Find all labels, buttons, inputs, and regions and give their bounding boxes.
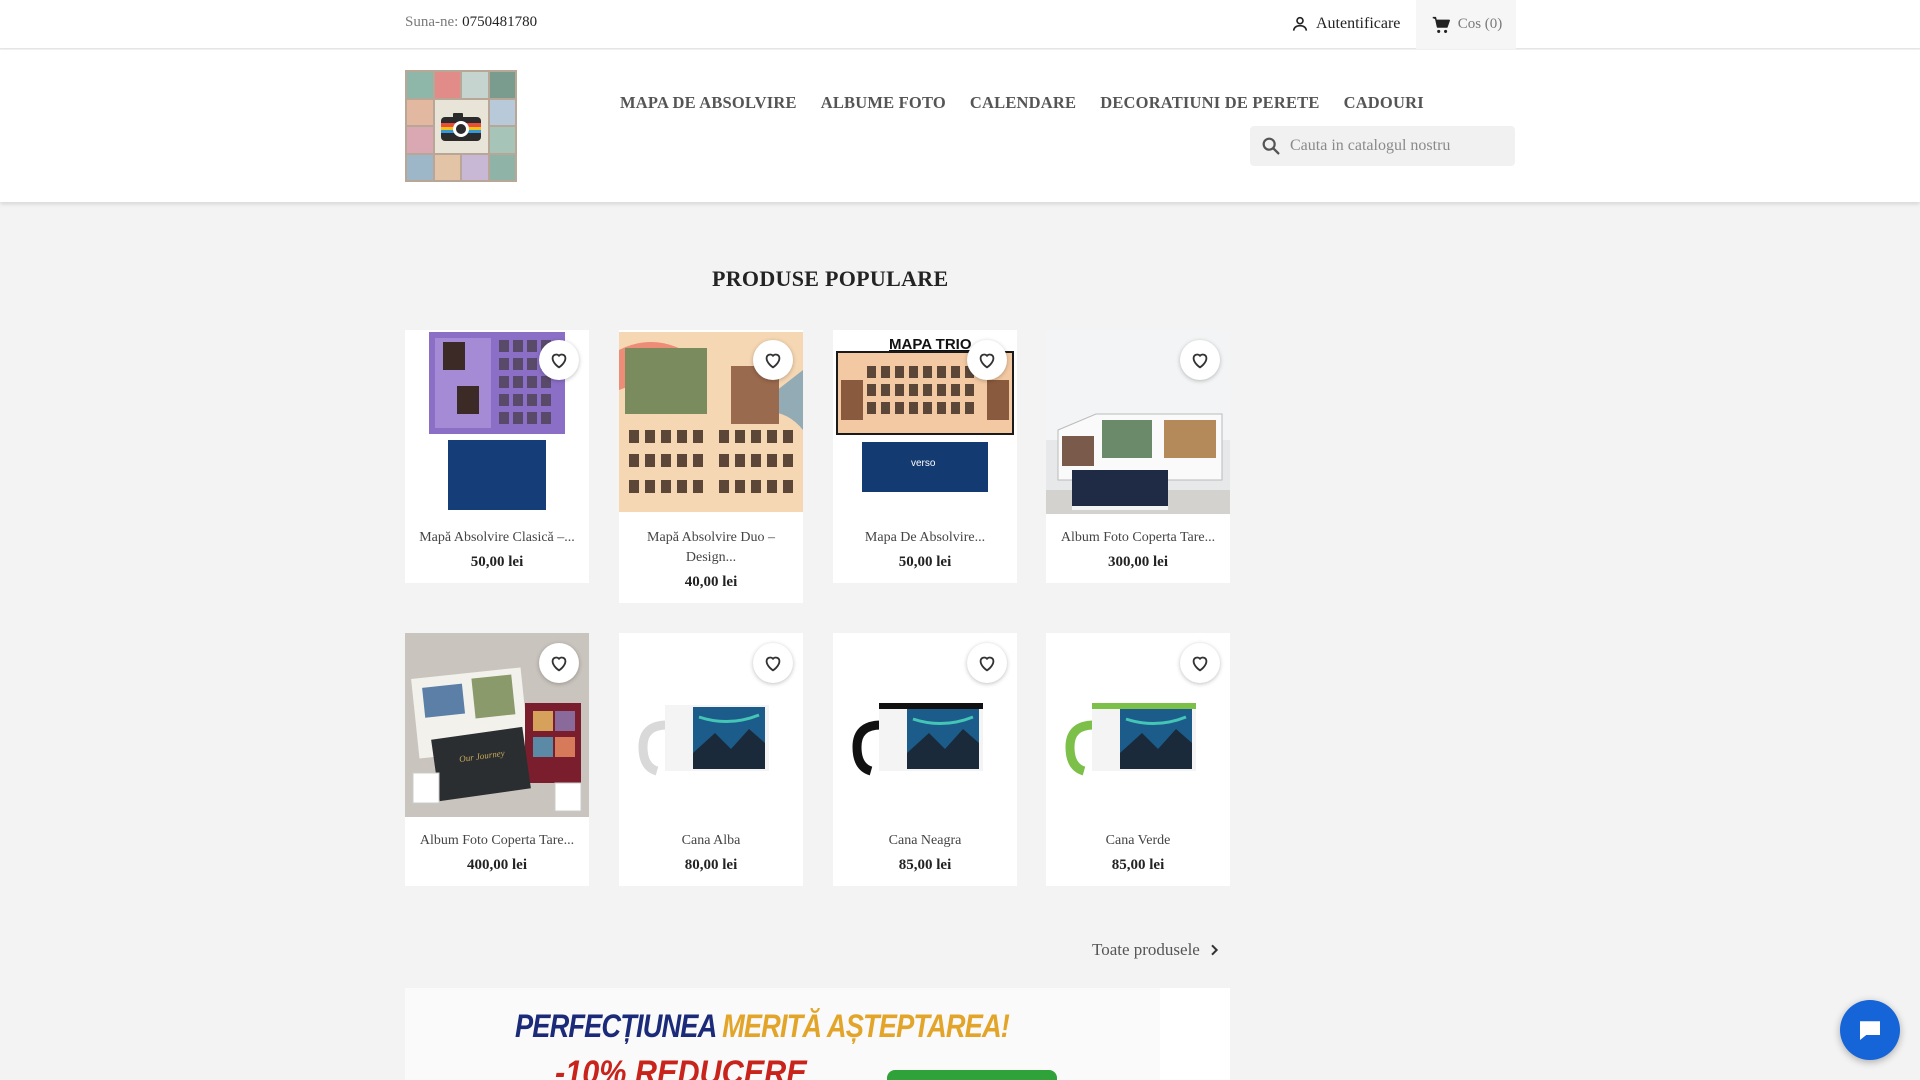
product-name[interactable]: Mapă Absolvire Duo – Design... [619, 514, 803, 568]
heart-outline-icon [979, 656, 995, 672]
product-image[interactable] [833, 633, 1017, 817]
product-image[interactable] [619, 330, 803, 514]
product-price: 40,00 lei [684, 574, 738, 590]
image-caption-subtitle: verso [911, 458, 936, 469]
product-image[interactable] [619, 633, 803, 817]
nav-item-albume-foto[interactable]: ALBUME FOTO [821, 93, 946, 113]
product-name[interactable]: Album Foto Coperta Tare... [405, 817, 589, 851]
favorite-button[interactable] [967, 643, 1007, 683]
product-card[interactable]: Album Foto Coperta Tare... 300,00 lei [1046, 330, 1230, 583]
heart-outline-icon [765, 656, 781, 672]
nav-item-mapa-de-absolvire[interactable]: MAPA DE ABSOLVIRE [620, 93, 797, 113]
banner-headline-part1: PERFECȚIUNEA [515, 1008, 716, 1044]
main-navigation: MAPA DE ABSOLVIRE ALBUME FOTO CALENDARE … [620, 93, 1424, 113]
product-image[interactable] [405, 330, 589, 514]
nav-item-cadouri[interactable]: CADOURI [1344, 93, 1424, 113]
product-price: 50,00 lei [470, 554, 524, 570]
favorite-button[interactable] [753, 643, 793, 683]
promo-banner[interactable]: PERFECȚIUNEA MERITĂ AȘTEPTAREA! -10% RED… [405, 988, 1230, 1080]
image-caption-title: MAPA TRIO [889, 336, 972, 353]
cart-label: Cos (0) [1457, 16, 1503, 32]
search-box[interactable] [1250, 126, 1515, 166]
heart-outline-icon [1192, 656, 1208, 672]
favorite-button[interactable] [1180, 340, 1220, 380]
favorite-button[interactable] [967, 340, 1007, 380]
shopping-cart-icon [1432, 16, 1450, 33]
cart-button[interactable]: Cos (0) [1416, 0, 1516, 49]
product-name[interactable]: Cana Verde [1046, 817, 1230, 851]
top-bar: Suna-ne: 0750481780 Autentificare Cos (0… [0, 0, 1920, 49]
banner-cta-button[interactable] [887, 1070, 1057, 1080]
product-card[interactable]: Mapă Absolvire Clasică –... 50,00 lei [405, 330, 589, 583]
banner-discount: -10% REDUCERE [555, 1054, 807, 1080]
product-card[interactable]: Cana Verde 85,00 lei [1046, 633, 1230, 886]
product-name[interactable]: Cana Alba [619, 817, 803, 851]
section-title: PRODUSE POPULARE [712, 266, 949, 291]
heart-outline-icon [1192, 353, 1208, 369]
product-price: 300,00 lei [1108, 554, 1168, 570]
banner-headline: PERFECȚIUNEA MERITĂ AȘTEPTAREA! [515, 1008, 1010, 1045]
product-card[interactable]: Our Journey Album Foto Coperta Tare... 4… [405, 633, 589, 886]
chat-bubble-icon [1860, 1021, 1880, 1040]
all-products-link[interactable]: Toate produsele [1092, 940, 1222, 960]
product-name[interactable]: Mapa De Absolvire... [833, 514, 1017, 548]
product-price: 400,00 lei [467, 857, 527, 873]
favorite-button[interactable] [539, 643, 579, 683]
product-name[interactable]: Album Foto Coperta Tare... [1046, 514, 1230, 548]
product-price: 80,00 lei [684, 857, 738, 873]
product-name[interactable]: Cana Neagra [833, 817, 1017, 851]
promo-banner-image: PERFECȚIUNEA MERITĂ AȘTEPTAREA! -10% RED… [405, 988, 1160, 1080]
product-card[interactable]: MAPA TRIO verso Mapa De Absolvire... 50,… [833, 330, 1017, 583]
phone-number[interactable]: 0750481780 [462, 14, 537, 30]
site-header: MAPA DE ABSOLVIRE ALBUME FOTO CALENDARE … [0, 50, 1920, 202]
chevron-right-icon [1211, 944, 1218, 956]
heart-outline-icon [765, 353, 781, 369]
login-label: Autentificare [1316, 15, 1401, 32]
nav-item-decoratiuni-de-perete[interactable]: DECORATIUNI DE PERETE [1100, 93, 1319, 113]
favorite-button[interactable] [1180, 643, 1220, 683]
product-name[interactable]: Mapă Absolvire Clasică –... [405, 514, 589, 548]
product-image[interactable]: Our Journey [405, 633, 589, 817]
camera-icon [434, 99, 488, 153]
search-input[interactable] [1290, 137, 1500, 155]
nav-item-calendare[interactable]: CALENDARE [970, 93, 1076, 113]
product-card[interactable]: Mapă Absolvire Duo – Design... 40,00 lei [619, 330, 803, 603]
person-icon [1292, 16, 1308, 31]
product-price: 85,00 lei [898, 857, 952, 873]
product-image[interactable] [1046, 330, 1230, 514]
product-image[interactable] [1046, 633, 1230, 817]
product-image[interactable]: MAPA TRIO verso [833, 330, 1017, 514]
all-products-label: Toate produsele [1092, 940, 1200, 959]
favorite-button[interactable] [753, 340, 793, 380]
heart-outline-icon [551, 353, 567, 369]
heart-outline-icon [979, 353, 995, 369]
heart-outline-icon [551, 656, 567, 672]
search-icon[interactable] [1260, 135, 1282, 157]
product-price: 50,00 lei [898, 554, 952, 570]
site-logo[interactable] [405, 70, 517, 182]
phone-label: Suna-ne: [405, 14, 459, 30]
contact-phone: Suna-ne: 0750481780 [405, 14, 537, 31]
product-card[interactable]: Cana Neagra 85,00 lei [833, 633, 1017, 886]
login-link[interactable]: Autentificare [1290, 14, 1400, 34]
chat-button[interactable] [1840, 1000, 1900, 1060]
product-price: 85,00 lei [1111, 857, 1165, 873]
product-card[interactable]: Cana Alba 80,00 lei [619, 633, 803, 886]
banner-headline-part2: MERITĂ AȘTEPTAREA! [722, 1008, 1010, 1044]
favorite-button[interactable] [539, 340, 579, 380]
